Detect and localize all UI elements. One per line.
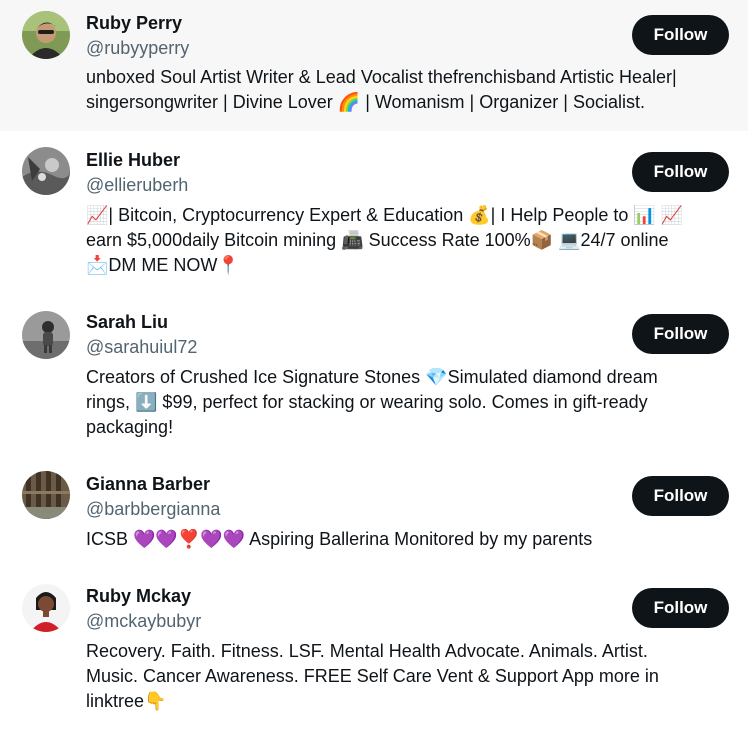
user-cell[interactable]: Ruby Perry @rubyyperry Follow unboxed So… xyxy=(0,0,748,131)
user-bio: Creators of Crushed Ice Signature Stones… xyxy=(86,365,736,440)
user-bio: unboxed Soul Artist Writer & Lead Vocali… xyxy=(86,65,736,115)
user-name[interactable]: Gianna Barber xyxy=(86,473,210,495)
follow-button[interactable]: Follow xyxy=(632,588,729,628)
follow-button[interactable]: Follow xyxy=(632,476,729,516)
user-handle[interactable]: @ellieruberh xyxy=(86,174,188,196)
avatar[interactable] xyxy=(22,311,70,359)
user-cell[interactable]: Ellie Huber @ellieruberh Follow 📈| Bitco… xyxy=(0,131,748,297)
bio-line: ICSB 💜💜❣️💜💜 Aspiring Ballerina Monitored… xyxy=(86,529,593,549)
follow-button[interactable]: Follow xyxy=(632,314,729,354)
user-handle[interactable]: @mckaybubyr xyxy=(86,610,201,632)
user-cell[interactable]: Gianna Barber @barbbergianna Follow ICSB… xyxy=(0,461,748,574)
avatar[interactable] xyxy=(22,584,70,632)
bio-line: unboxed Soul Artist Writer & Lead Vocali… xyxy=(86,67,677,87)
bio-line: Creators of Crushed Ice Signature Stones… xyxy=(86,367,658,387)
user-cell[interactable]: Sarah Liu @sarahuiul72 Follow Creators o… xyxy=(0,297,748,461)
user-handle[interactable]: @sarahuiul72 xyxy=(86,336,197,358)
follow-button[interactable]: Follow xyxy=(632,152,729,192)
avatar[interactable] xyxy=(22,147,70,195)
user-bio: Recovery. Faith. Fitness. LSF. Mental He… xyxy=(86,639,736,714)
who-to-follow-list: Ruby Perry @rubyyperry Follow unboxed So… xyxy=(0,0,748,733)
follow-button[interactable]: Follow xyxy=(632,15,729,55)
bio-line: Music. Cancer Awareness. FREE Self Care … xyxy=(86,666,659,686)
user-handle[interactable]: @barbbergianna xyxy=(86,498,220,520)
avatar[interactable] xyxy=(22,11,70,59)
bio-line: 📩DM ME NOW📍 xyxy=(86,255,240,275)
user-name[interactable]: Ellie Huber xyxy=(86,149,180,171)
user-name[interactable]: Ruby Perry xyxy=(86,12,182,34)
avatar[interactable] xyxy=(22,471,70,519)
bio-line: earn $5,000daily Bitcoin mining 📠 Succes… xyxy=(86,230,669,250)
user-bio: ICSB 💜💜❣️💜💜 Aspiring Ballerina Monitored… xyxy=(86,527,736,552)
bio-line: rings, ⬇️ $99, perfect for stacking or w… xyxy=(86,392,648,412)
bio-line: linktree👇 xyxy=(86,691,167,711)
bio-line: packaging! xyxy=(86,417,174,437)
user-bio: 📈| Bitcoin, Cryptocurrency Expert & Educ… xyxy=(86,203,736,278)
bio-line: singersongwriter | Divine Lover 🌈 | Woma… xyxy=(86,92,645,112)
user-name[interactable]: Sarah Liu xyxy=(86,311,168,333)
user-name[interactable]: Ruby Mckay xyxy=(86,585,191,607)
user-handle[interactable]: @rubyyperry xyxy=(86,37,189,59)
user-cell[interactable]: Ruby Mckay @mckaybubyr Follow Recovery. … xyxy=(0,574,748,733)
bio-line: 📈| Bitcoin, Cryptocurrency Expert & Educ… xyxy=(86,205,684,225)
bio-line: Recovery. Faith. Fitness. LSF. Mental He… xyxy=(86,641,648,661)
